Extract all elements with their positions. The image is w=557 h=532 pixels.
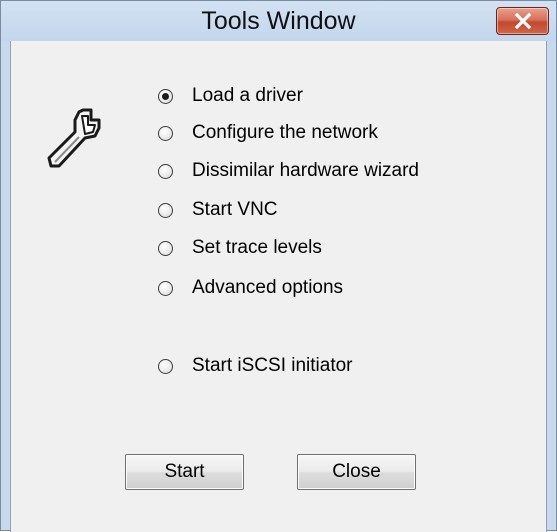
start-button[interactable]: Start (125, 454, 244, 490)
option-start-iscsi-initiator[interactable]: Start iSCSI initiator (158, 353, 353, 379)
radio-button[interactable] (158, 240, 173, 256)
title-bar[interactable]: Tools Window (1, 1, 556, 41)
option-label: Advanced options (192, 277, 344, 298)
option-label: Configure the network (192, 122, 378, 143)
wrench-icon (47, 108, 101, 168)
option-label: Set trace levels (192, 237, 322, 258)
radio-button[interactable] (158, 125, 173, 141)
option-label: Load a driver (192, 85, 303, 106)
option-load-driver[interactable]: Load a driver (158, 83, 303, 109)
window-close-button[interactable] (496, 7, 549, 35)
radio-button[interactable] (158, 358, 173, 374)
tools-window: Tools Window Load a driver Configure the… (0, 0, 557, 532)
close-icon (514, 13, 531, 29)
option-label: Start iSCSI initiator (192, 355, 353, 376)
radio-button[interactable] (158, 280, 173, 296)
option-label: Dissimilar hardware wizard (192, 160, 419, 181)
option-start-vnc[interactable]: Start VNC (158, 197, 278, 223)
option-dissimilar-hardware-wizard[interactable]: Dissimilar hardware wizard (158, 158, 419, 184)
radio-button-checked[interactable] (158, 88, 173, 104)
radio-button[interactable] (158, 163, 173, 179)
radio-button[interactable] (158, 202, 173, 218)
option-label: Start VNC (192, 199, 278, 220)
option-advanced-options[interactable]: Advanced options (158, 275, 343, 301)
option-set-trace-levels[interactable]: Set trace levels (158, 235, 322, 261)
window-title: Tools Window (201, 7, 356, 35)
close-button[interactable]: Close (297, 454, 416, 490)
option-configure-network[interactable]: Configure the network (158, 120, 378, 146)
